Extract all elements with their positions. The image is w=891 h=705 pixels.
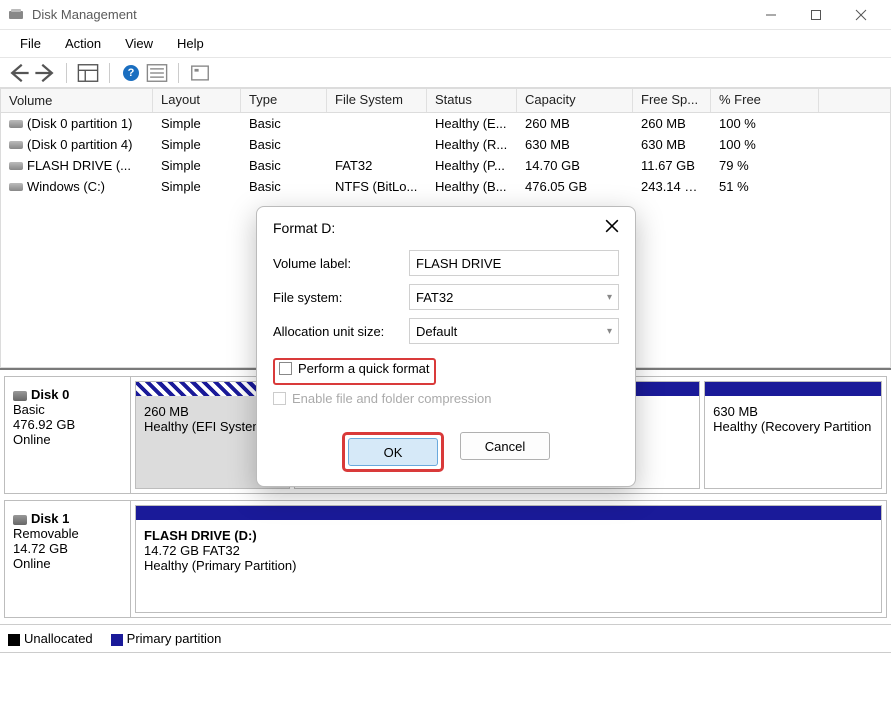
volume-list-header: Volume Layout Type File System Status Ca… [1,89,890,113]
col-layout[interactable]: Layout [153,89,241,112]
forward-icon[interactable] [34,62,56,84]
col-volume[interactable]: Volume [1,89,153,112]
chevron-down-icon: ▾ [607,292,612,303]
volume-row[interactable]: Windows (C:)SimpleBasicNTFS (BitLo...Hea… [1,176,890,197]
volume-label-input[interactable]: FLASH DRIVE [409,250,619,276]
col-status[interactable]: Status [427,89,517,112]
col-type[interactable]: Type [241,89,327,112]
col-capacity[interactable]: Capacity [517,89,633,112]
col-pfree[interactable]: % Free [711,89,819,112]
volume-icon [9,120,23,128]
volume-icon [9,141,23,149]
dialog-title: Format D: [273,220,335,236]
disk-icon [13,391,27,401]
volume-label-label: Volume label: [273,256,401,271]
volume-icon [9,162,23,170]
close-button[interactable] [838,0,883,30]
file-system-label: File system: [273,290,401,305]
minimize-button[interactable] [748,0,793,30]
menubar: File Action View Help [0,30,891,58]
settings-icon[interactable] [189,62,211,84]
volume-row[interactable]: FLASH DRIVE (...SimpleBasicFAT32Healthy … [1,155,890,176]
menu-help[interactable]: Help [165,33,216,54]
partition[interactable]: FLASH DRIVE (D:)14.72 GB FAT32Healthy (P… [135,505,882,613]
allocation-size-label: Allocation unit size: [273,324,401,339]
quick-format-checkbox[interactable] [279,362,292,375]
menu-view[interactable]: View [113,33,165,54]
app-icon [8,7,24,23]
window-title: Disk Management [32,7,748,22]
dialog-close-button[interactable] [605,219,619,236]
volume-row[interactable]: (Disk 0 partition 4)SimpleBasicHealthy (… [1,134,890,155]
show-hide-icon[interactable] [77,62,99,84]
disk-row: Disk 1 Removable14.72 GBOnlineFLASH DRIV… [4,500,887,618]
format-dialog: Format D: Volume label: FLASH DRIVE File… [256,206,636,487]
compression-checkbox [273,392,286,405]
toolbar: ? [0,58,891,88]
properties-icon[interactable] [146,62,168,84]
ok-button-highlight: OK [342,432,444,472]
chevron-down-icon: ▾ [607,326,612,337]
col-free[interactable]: Free Sp... [633,89,711,112]
disk-icon [13,515,27,525]
volume-icon [9,183,23,191]
allocation-size-select[interactable]: Default▾ [409,318,619,344]
legend-primary: Primary partition [111,631,222,646]
help-icon[interactable]: ? [120,62,142,84]
cancel-button[interactable]: Cancel [460,432,550,460]
quick-format-highlight: Perform a quick format [273,358,436,385]
titlebar: Disk Management [0,0,891,30]
menu-action[interactable]: Action [53,33,113,54]
volume-row[interactable]: (Disk 0 partition 1)SimpleBasicHealthy (… [1,113,890,134]
statusbar [0,652,891,674]
file-system-select[interactable]: FAT32▾ [409,284,619,310]
disk-info: Disk 0 Basic476.92 GBOnline [5,377,131,493]
col-fs[interactable]: File System [327,89,427,112]
legend: Unallocated Primary partition [0,624,891,652]
legend-unallocated: Unallocated [8,631,93,646]
partition[interactable]: 630 MBHealthy (Recovery Partition [704,381,882,489]
back-icon[interactable] [8,62,30,84]
menu-file[interactable]: File [8,33,53,54]
compression-label: Enable file and folder compression [292,391,491,406]
maximize-button[interactable] [793,0,838,30]
quick-format-label: Perform a quick format [298,361,430,376]
ok-button[interactable]: OK [348,438,438,466]
disk-info: Disk 1 Removable14.72 GBOnline [5,501,131,617]
